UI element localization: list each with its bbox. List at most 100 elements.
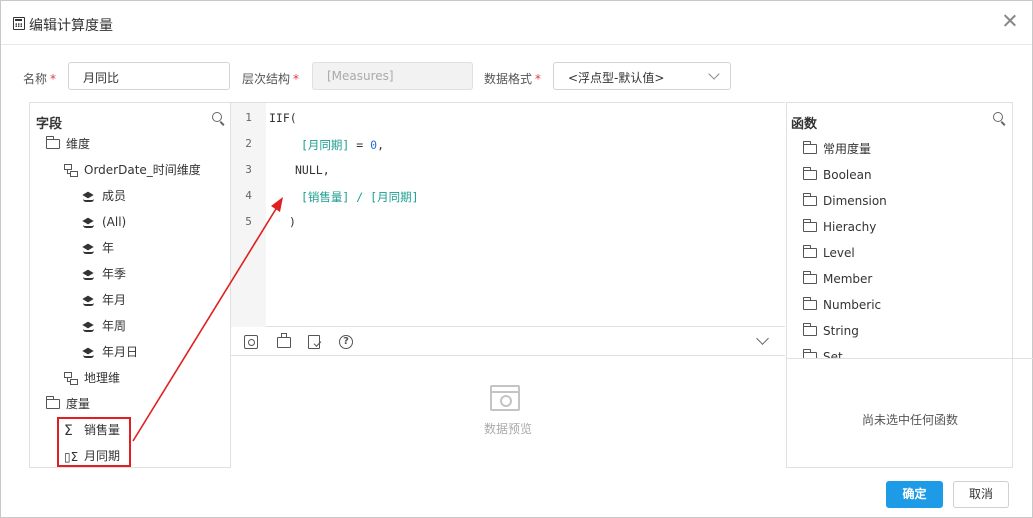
folder-icon <box>803 244 817 258</box>
mdx-code-editor[interactable]: 1 2 3 4 5 IIF( [月同期] = 0, NULL, [销售量] / … <box>231 102 785 327</box>
hierarchy-input: [Measures] <box>312 62 473 90</box>
clipboard-icon[interactable] <box>277 333 291 348</box>
tree-item-label: 度量 <box>66 397 91 411</box>
folder-icon <box>803 166 817 180</box>
layers-icon <box>82 269 96 281</box>
tree-item-label: (All) <box>102 215 127 229</box>
code-token-operator: / <box>349 190 371 204</box>
code-token-operator: = <box>349 138 371 152</box>
format-select-value: <浮点型-默认值> <box>568 71 665 85</box>
tree-item-year-quarter[interactable]: 年季 <box>82 264 126 284</box>
tree-item-label: 成员 <box>102 189 127 203</box>
help-icon[interactable]: ? <box>339 335 353 349</box>
layers-icon <box>82 347 96 359</box>
tree-item-label: 年月 <box>102 293 127 307</box>
tree-item-label: OrderDate_时间维度 <box>84 163 201 177</box>
layers-icon <box>82 295 96 307</box>
code-line-1: IIF( <box>269 111 297 125</box>
tree-item-label: 年季 <box>102 267 127 281</box>
function-category-common[interactable]: 常用度量 <box>803 139 871 159</box>
folder-icon <box>803 270 817 284</box>
cancel-button[interactable]: 取消 <box>953 481 1009 508</box>
fields-panel: 字段 维度 OrderDate_时间维度 成员 (All) 年 年季 年月 年周… <box>29 102 231 468</box>
calculator-icon <box>13 17 25 30</box>
preview-search-icon <box>490 385 520 411</box>
folder-icon <box>803 296 817 310</box>
close-icon[interactable] <box>1002 13 1018 29</box>
function-category-set[interactable]: Set <box>803 347 843 358</box>
name-input[interactable]: 月同比 <box>68 62 230 90</box>
layers-icon <box>82 243 96 255</box>
divider <box>787 358 1033 359</box>
dialog-title: 编辑计算度量 <box>29 18 113 34</box>
layers-icon <box>82 321 96 333</box>
line-number: 1 <box>245 111 252 124</box>
code-token-member: [月同期] <box>301 138 350 152</box>
chevron-down-icon <box>708 68 720 80</box>
format-select[interactable]: <浮点型-默认值> <box>553 62 731 90</box>
hierarchy-icon <box>64 372 78 385</box>
function-category-boolean[interactable]: Boolean <box>803 165 872 185</box>
function-category-hierachy[interactable]: Hierachy <box>803 217 876 237</box>
function-category-label: Boolean <box>823 168 872 182</box>
folder-icon <box>803 322 817 336</box>
folder-icon <box>803 192 817 206</box>
line-number: 3 <box>245 163 252 176</box>
data-preview-area: 数据预览 <box>231 357 785 467</box>
function-category-label: Level <box>823 246 855 260</box>
function-category-dimension[interactable]: Dimension <box>803 191 887 211</box>
format-icon[interactable] <box>244 335 258 349</box>
line-number: 4 <box>245 189 252 202</box>
code-line-2: [月同期] = 0, <box>301 137 384 153</box>
tree-item-label: 年 <box>102 241 115 255</box>
function-category-label: String <box>823 324 859 338</box>
code-token-member: [月同期] <box>370 190 419 204</box>
function-category-numberic[interactable]: Numberic <box>803 295 881 315</box>
preview-placeholder: 数据预览 <box>483 422 532 436</box>
check-syntax-icon[interactable] <box>308 335 320 349</box>
function-category-label: Member <box>823 272 873 286</box>
dialog-titlebar: 编辑计算度量 <box>1 1 1032 45</box>
line-number-gutter: 1 2 3 4 5 <box>231 103 266 327</box>
folder-icon <box>803 140 817 154</box>
function-list: 常用度量 Boolean Dimension Hierachy Level Me… <box>787 103 1012 358</box>
tree-item-measures[interactable]: 度量 <box>46 394 90 414</box>
code-line-5: ) <box>289 215 296 229</box>
function-category-label: Hierachy <box>823 220 877 234</box>
tree-item-label: 维度 <box>66 137 91 151</box>
function-category-label: Dimension <box>823 194 887 208</box>
tree-item-geo[interactable]: 地理维 <box>64 368 120 388</box>
edit-calculated-measure-dialog: 编辑计算度量 名称 * 月同比 层次结构 * [Measures] 数据格式 * <浮… <box>0 0 1033 518</box>
function-category-member[interactable]: Member <box>803 269 872 289</box>
tree-item-label: 地理维 <box>84 371 121 385</box>
layers-icon <box>82 191 96 203</box>
format-label: 数据格式 * <box>484 72 542 86</box>
tree-item-year[interactable]: 年 <box>82 238 114 258</box>
tree-item-label: 年周 <box>102 319 127 333</box>
line-number: 5 <box>245 215 252 228</box>
function-category-string[interactable]: String <box>803 321 859 341</box>
tree-item-members[interactable]: 成员 <box>82 186 126 206</box>
tree-item-orderdate[interactable]: OrderDate_时间维度 <box>64 160 201 180</box>
code-token-punct: , <box>377 138 385 152</box>
fields-header: 字段 <box>36 117 63 132</box>
annotation-highlight-box <box>57 417 131 467</box>
confirm-button[interactable]: 确定 <box>886 481 943 508</box>
name-label: 名称 * <box>23 72 57 86</box>
folder-icon <box>46 395 60 409</box>
tree-item-year-month[interactable]: 年月 <box>82 290 126 310</box>
tree-item-year-week[interactable]: 年周 <box>82 316 126 336</box>
tree-item-label: 年月日 <box>102 345 139 359</box>
function-category-label: 常用度量 <box>823 142 872 156</box>
functions-panel: 函数 常用度量 Boolean Dimension Hierachy Level… <box>786 102 1033 468</box>
tree-item-year-month-day[interactable]: 年月日 <box>82 342 138 362</box>
tree-item-dimensions[interactable]: 维度 <box>46 134 90 154</box>
chevron-down-icon[interactable] <box>756 332 769 345</box>
search-icon[interactable] <box>212 112 222 122</box>
function-category-label: Numberic <box>823 298 882 312</box>
function-category-label: Set <box>823 350 843 358</box>
code-line-4: [销售量] / [月同期] <box>301 189 419 205</box>
tree-item-all[interactable]: (All) <box>82 212 126 232</box>
function-category-level[interactable]: Level <box>803 243 855 263</box>
hierarchy-label: 层次结构 * <box>242 72 300 86</box>
